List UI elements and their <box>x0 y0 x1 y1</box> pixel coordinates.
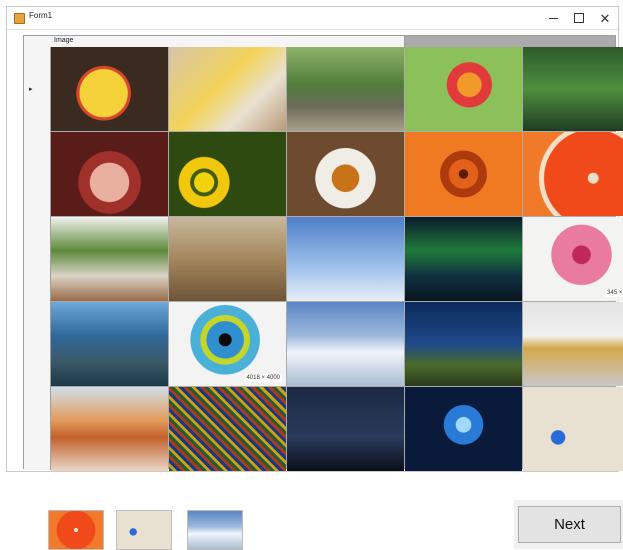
cell-food-plate[interactable] <box>287 132 404 216</box>
current-row-indicator-icon: ▸ <box>29 86 33 93</box>
thumbnail-cat-face[interactable] <box>116 510 172 550</box>
row-header[interactable]: ▸ <box>24 47 51 470</box>
cell-orange-swirl[interactable] <box>405 132 522 216</box>
app-window: Form1 ✕ Image ▸ 345 × 345 4018 × 4000 <box>6 6 623 472</box>
column-header-label: Image <box>54 37 74 44</box>
cell-yellow-car[interactable] <box>523 302 623 386</box>
cell-pink-rose[interactable]: 345 × 345 <box>523 217 623 301</box>
cell-orange-slice[interactable] <box>523 132 623 216</box>
thumbnail-orange-slice[interactable] <box>48 510 104 550</box>
window-title: Form1 <box>29 11 53 20</box>
image-data-grid[interactable]: Image ▸ 345 × 345 4018 × 4000 <box>23 35 623 471</box>
cell-hand-lens[interactable] <box>51 302 168 386</box>
maximize-icon <box>574 13 584 23</box>
cell-cat-face[interactable] <box>523 387 623 471</box>
cell-old-building[interactable] <box>169 217 286 301</box>
image-cells: 345 × 345 4018 × 4000 <box>51 47 623 471</box>
close-button[interactable]: ✕ <box>592 7 618 29</box>
cell-aurora[interactable] <box>405 217 522 301</box>
cell-butterfly-flowers[interactable] <box>405 47 522 131</box>
cell-night-silhouette[interactable] <box>287 387 404 471</box>
title-bar[interactable]: Form1 ✕ <box>7 7 618 30</box>
cell-paraglider[interactable] <box>287 217 404 301</box>
next-button[interactable]: Next <box>518 506 621 543</box>
minimize-button[interactable] <box>540 7 566 29</box>
cell-potted-plant[interactable] <box>51 217 168 301</box>
image-size-tag: 4018 × 4000 <box>244 374 282 382</box>
image-size-tag: 345 × 345 <box>605 289 623 297</box>
cell-colorful-pattern[interactable] <box>169 387 286 471</box>
cell-yellow-tulips[interactable] <box>169 132 286 216</box>
app-icon <box>14 13 25 24</box>
thumbnail-snowy-mountains[interactable] <box>187 510 243 550</box>
cell-circle-bridge[interactable] <box>523 47 623 131</box>
cell-brain-hand[interactable] <box>405 387 522 471</box>
minimize-icon <box>548 17 558 19</box>
cell-doll-hand[interactable] <box>169 47 286 131</box>
cell-smiley-cake[interactable] <box>51 47 168 131</box>
maximize-button[interactable] <box>566 7 592 29</box>
close-icon: ✕ <box>599 10 611 26</box>
cell-sunglasses-woman[interactable] <box>51 387 168 471</box>
cell-birthday-cake[interactable] <box>51 132 168 216</box>
cell-park-trees[interactable] <box>287 47 404 131</box>
cell-blue-eye[interactable]: 4018 × 4000 <box>169 302 286 386</box>
cell-snowy-mountains[interactable] <box>287 302 404 386</box>
cell-pier-moon[interactable] <box>405 302 522 386</box>
